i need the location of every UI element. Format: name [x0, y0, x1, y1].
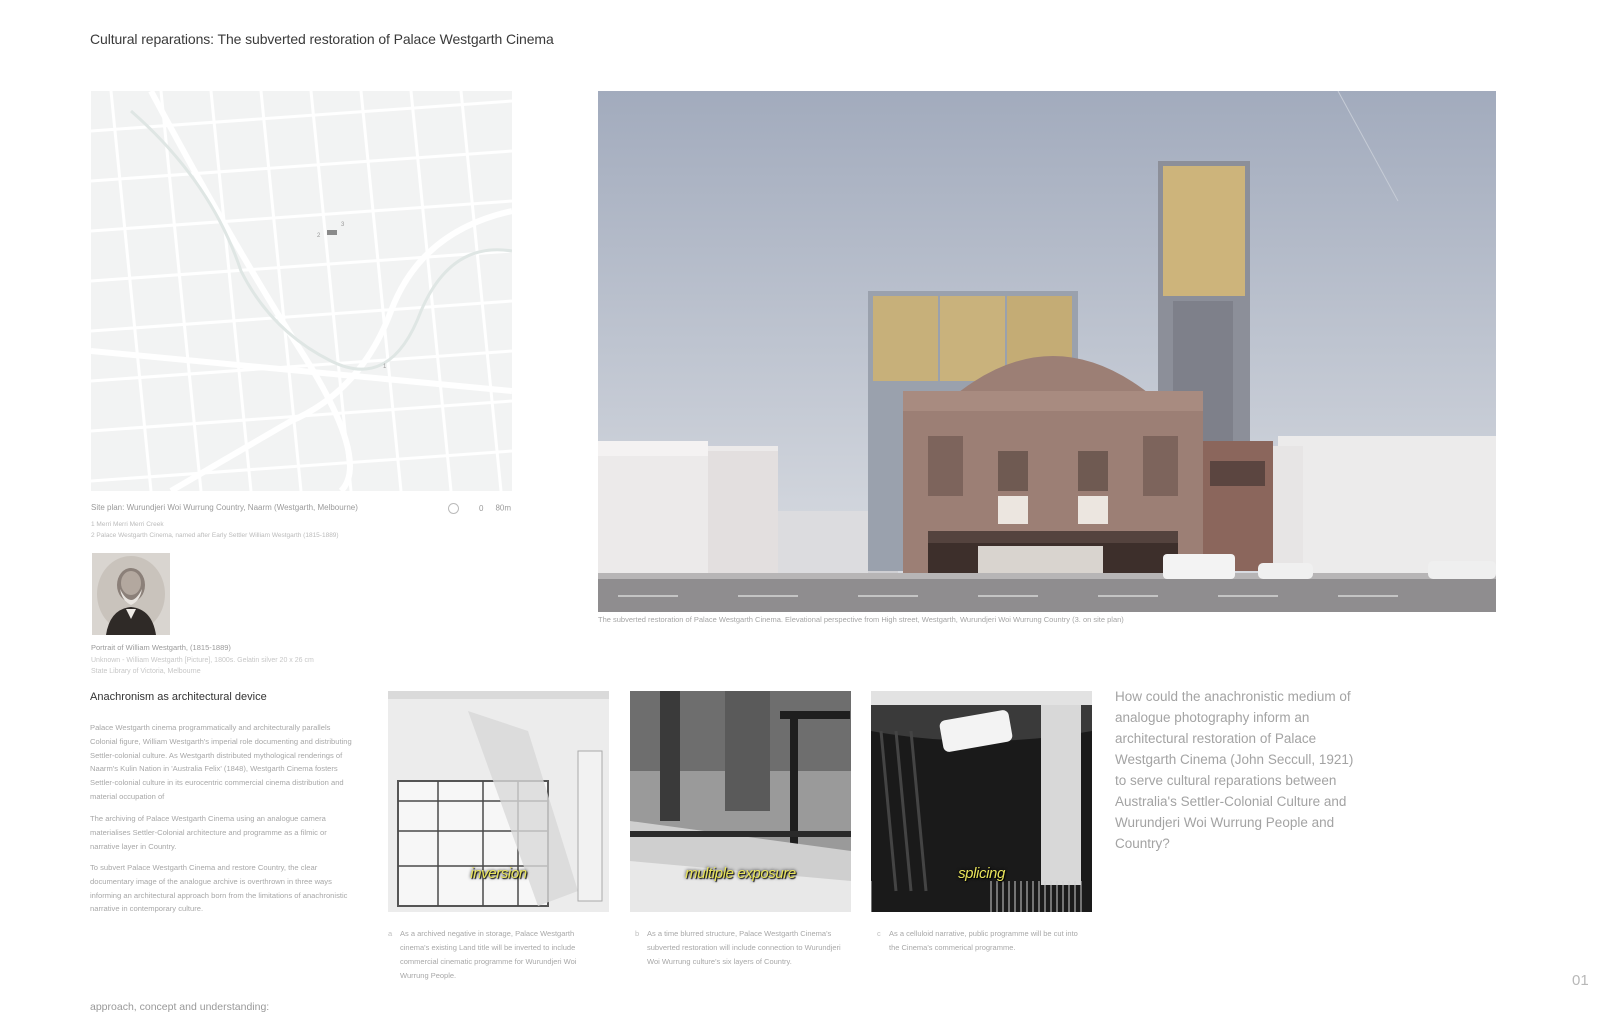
legend-item: 2 Palace Westgarth Cinema, named after E… [91, 532, 339, 539]
caption-text: As a time blurred structure, Palace West… [647, 929, 841, 966]
photo-caption: b As a time blurred structure, Palace We… [635, 927, 847, 969]
body-paragraph: To subvert Palace Westgarth Cinema and r… [90, 863, 348, 914]
render-caption: The subverted restoration of Palace West… [598, 615, 1124, 624]
portrait-credit: Unknown - William Westgarth [Picture], 1… [91, 655, 314, 677]
north-arrow-icon [448, 503, 459, 514]
site-plan-caption: Site plan: Wurundjeri Woi Wurrung Countr… [91, 503, 358, 512]
scale-bar: 0 80m [448, 503, 518, 514]
photo-caption: c As a celluloid narrative, public progr… [877, 927, 1089, 955]
splicing-photo: splicing [871, 691, 1092, 912]
site-plan-map: 2 3 1 [91, 91, 512, 491]
credit-line: State Library of Victoria, Melbourne [91, 668, 201, 675]
caption-text: As a celluloid narrative, public program… [889, 929, 1078, 952]
photo-caption: a As a archived negative in storage, Pal… [388, 927, 600, 983]
caption-text: As a archived negative in storage, Palac… [400, 929, 577, 980]
footer-label: approach, concept and understanding: [90, 1001, 270, 1013]
scale-start: 0 [479, 503, 484, 513]
scale-end: 80m [495, 503, 512, 513]
section-heading: Anachronism as architectural device [90, 691, 267, 703]
legend-item: 1 Merri Merri Merri Creek [91, 521, 164, 528]
credit-line: Unknown - William Westgarth [Picture], 1… [91, 657, 314, 664]
research-question: How could the anachronistic medium of an… [1115, 689, 1354, 851]
photo-label: splicing [958, 865, 1005, 882]
photo-label: inversion [470, 865, 527, 882]
caption-letter: a [388, 929, 393, 938]
portrait-caption: Portrait of William Westgarth, (1815-188… [91, 643, 231, 652]
body-paragraph: The archiving of Palace Westgarth Cinema… [90, 814, 327, 851]
photo-label: multiple exposure [685, 865, 796, 882]
site-plan-legend: 1 Merri Merri Merri Creek 2 Palace Westg… [91, 519, 339, 541]
multiple-exposure-photo: multiple exposure [630, 691, 851, 912]
cinema-elevation-render [598, 91, 1496, 612]
portrait-image [92, 553, 170, 635]
page-number: 01 [1572, 972, 1589, 989]
page-title: Cultural reparations: The subverted rest… [90, 31, 554, 47]
inversion-photo: inversion [388, 691, 609, 912]
caption-letter: c [877, 929, 881, 938]
body-paragraph: Palace Westgarth cinema programmatically… [90, 723, 352, 801]
caption-letter: b [635, 929, 640, 938]
